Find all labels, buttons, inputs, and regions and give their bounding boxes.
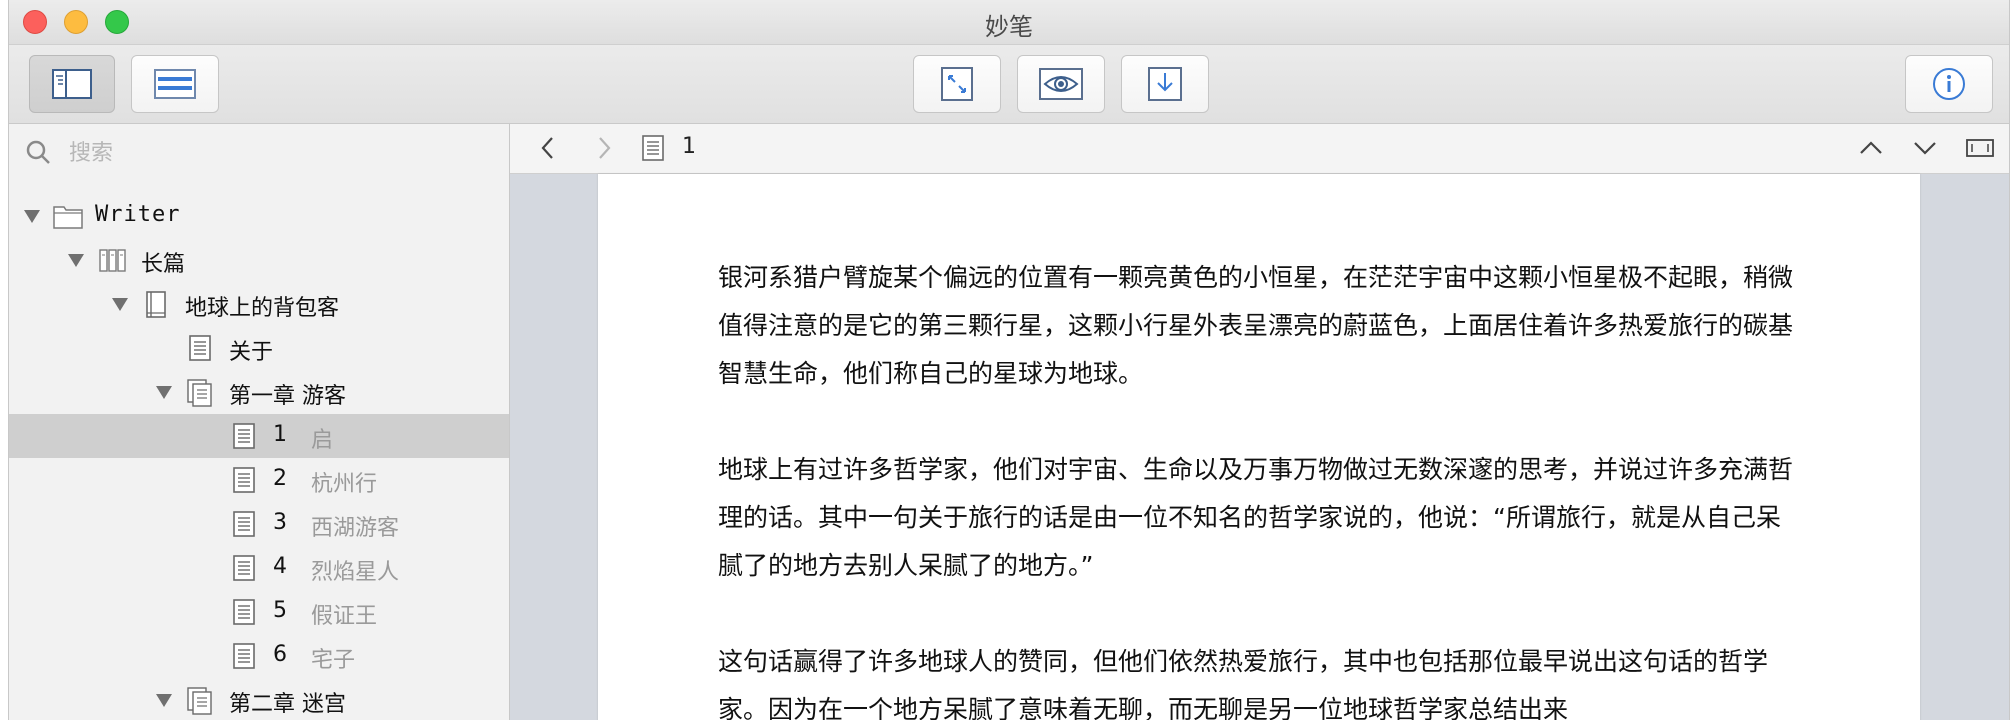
fullscreen-button[interactable] <box>913 55 1001 113</box>
chapter-icon <box>187 687 212 715</box>
tree-item-label: 第一章 游客 <box>229 384 346 409</box>
tree-item-longform[interactable]: 长篇 <box>9 238 509 282</box>
disclosure-triangle-icon[interactable] <box>155 384 173 400</box>
toggle-format-bar-button[interactable] <box>131 55 219 113</box>
paragraph: 这句话赢得了许多地球人的赞同，但他们依然热爱旅行，其中也包括那位最早说出这句话的… <box>718 647 1769 720</box>
disclosure-triangle-icon[interactable] <box>155 692 173 708</box>
tree-item-doc-2[interactable]: 2 杭州行 <box>9 458 509 502</box>
doc-number: 6 <box>273 642 287 667</box>
info-icon <box>1933 68 1965 100</box>
format-bar-icon <box>154 69 196 99</box>
document-icon <box>233 643 255 669</box>
tree-item-book[interactable]: 地球上的背包客 <box>9 282 509 326</box>
tree-item-label: 地球上的背包客 <box>185 296 340 321</box>
tree-item-about[interactable]: 关于 <box>9 326 509 370</box>
folder-icon <box>53 206 83 229</box>
doc-title: 烈焰星人 <box>311 560 400 585</box>
current-doc-label: 1 <box>682 134 696 159</box>
doc-title: 假证王 <box>311 604 378 629</box>
tree-item-writer[interactable]: Writer <box>9 194 509 238</box>
disclosure-triangle-icon[interactable] <box>67 252 85 268</box>
split-view-icon[interactable] <box>1966 138 1994 158</box>
window-title: 妙笔 <box>985 13 1033 41</box>
eye-icon <box>1039 68 1083 100</box>
doc-number: 3 <box>273 510 287 535</box>
document-icon <box>233 555 255 581</box>
forward-arrow-icon[interactable] <box>594 134 614 162</box>
books-icon <box>99 249 126 272</box>
document-icon <box>233 467 255 493</box>
document-icon <box>642 135 664 161</box>
document-icon <box>189 335 211 361</box>
document-icon <box>233 423 255 449</box>
tree-item-label: 关于 <box>229 340 274 365</box>
expand-icon <box>941 67 973 101</box>
sidebar: Writer 长篇 地 <box>9 124 510 720</box>
chevron-up-icon[interactable] <box>1858 138 1884 158</box>
doc-title: 西湖游客 <box>311 516 400 541</box>
editor-nav-bar: 1 <box>510 124 2009 174</box>
tree-item-label: 长篇 <box>141 252 186 277</box>
preview-button[interactable] <box>1017 55 1105 113</box>
tree-item-doc-4[interactable]: 4 烈焰星人 <box>9 546 509 590</box>
disclosure-triangle-icon[interactable] <box>23 208 41 224</box>
tree-item-label: 第二章 迷宫 <box>229 692 346 717</box>
doc-number: 1 <box>273 422 287 447</box>
sidebar-icon <box>52 69 92 99</box>
doc-number: 5 <box>273 598 287 623</box>
book-icon <box>146 291 166 318</box>
tree-item-doc-6[interactable]: 6 宅子 <box>9 634 509 678</box>
paragraph: 地球上有过许多哲学家，他们对宇宙、生命以及万事万物做过无数深邃的思考，并说过许多… <box>718 455 1794 580</box>
search-input[interactable] <box>67 132 491 174</box>
app-window: 妙笔 搜索 Writer 长篇 地球上的背包客 关于 第一章 游客 1 启 2 … <box>8 0 2010 720</box>
document-page[interactable]: 银河系猎户臂旋某个偏远的位置有一颗亮黄色的小恒星，在茫茫宇宙中这颗小恒星极不起眼… <box>598 174 1920 720</box>
doc-number: 2 <box>273 466 287 491</box>
doc-number: 4 <box>273 554 287 579</box>
paragraph: 银河系猎户臂旋某个偏远的位置有一颗亮黄色的小恒星，在茫茫宇宙中这颗小恒星极不起眼… <box>718 263 1794 388</box>
search-icon <box>26 140 50 164</box>
search-bar <box>9 124 509 179</box>
tree-item-label: Writer <box>95 202 181 227</box>
doc-title: 杭州行 <box>311 472 378 497</box>
info-button[interactable] <box>1905 55 1993 113</box>
export-button[interactable] <box>1121 55 1209 113</box>
disclosure-triangle-icon[interactable] <box>111 296 129 312</box>
chapter-icon <box>187 379 212 407</box>
toolbar <box>9 45 2009 124</box>
title-bar: 妙笔 <box>9 0 2009 45</box>
toggle-sidebar-button[interactable] <box>29 55 115 113</box>
chevron-down-icon[interactable] <box>1912 138 1938 158</box>
back-arrow-icon[interactable] <box>538 134 558 162</box>
editor-area: 1 银河系猎户臂旋某个偏远的位置有一颗亮黄色的小恒星，在茫茫宇宙中这颗小恒星极不… <box>510 124 2009 720</box>
document-icon <box>233 511 255 537</box>
doc-title: 宅子 <box>311 648 356 673</box>
tree-item-doc-5[interactable]: 5 假证王 <box>9 590 509 634</box>
tree-item-chapter2[interactable]: 第二章 迷宫 <box>9 678 509 720</box>
tree-item-doc-3[interactable]: 3 西湖游客 <box>9 502 509 546</box>
doc-title: 启 <box>311 428 334 453</box>
document-icon <box>233 599 255 625</box>
tree-item-chapter1[interactable]: 第一章 游客 <box>9 370 509 414</box>
download-icon <box>1148 67 1182 101</box>
tree-item-doc-1[interactable]: 1 启 <box>9 414 509 458</box>
